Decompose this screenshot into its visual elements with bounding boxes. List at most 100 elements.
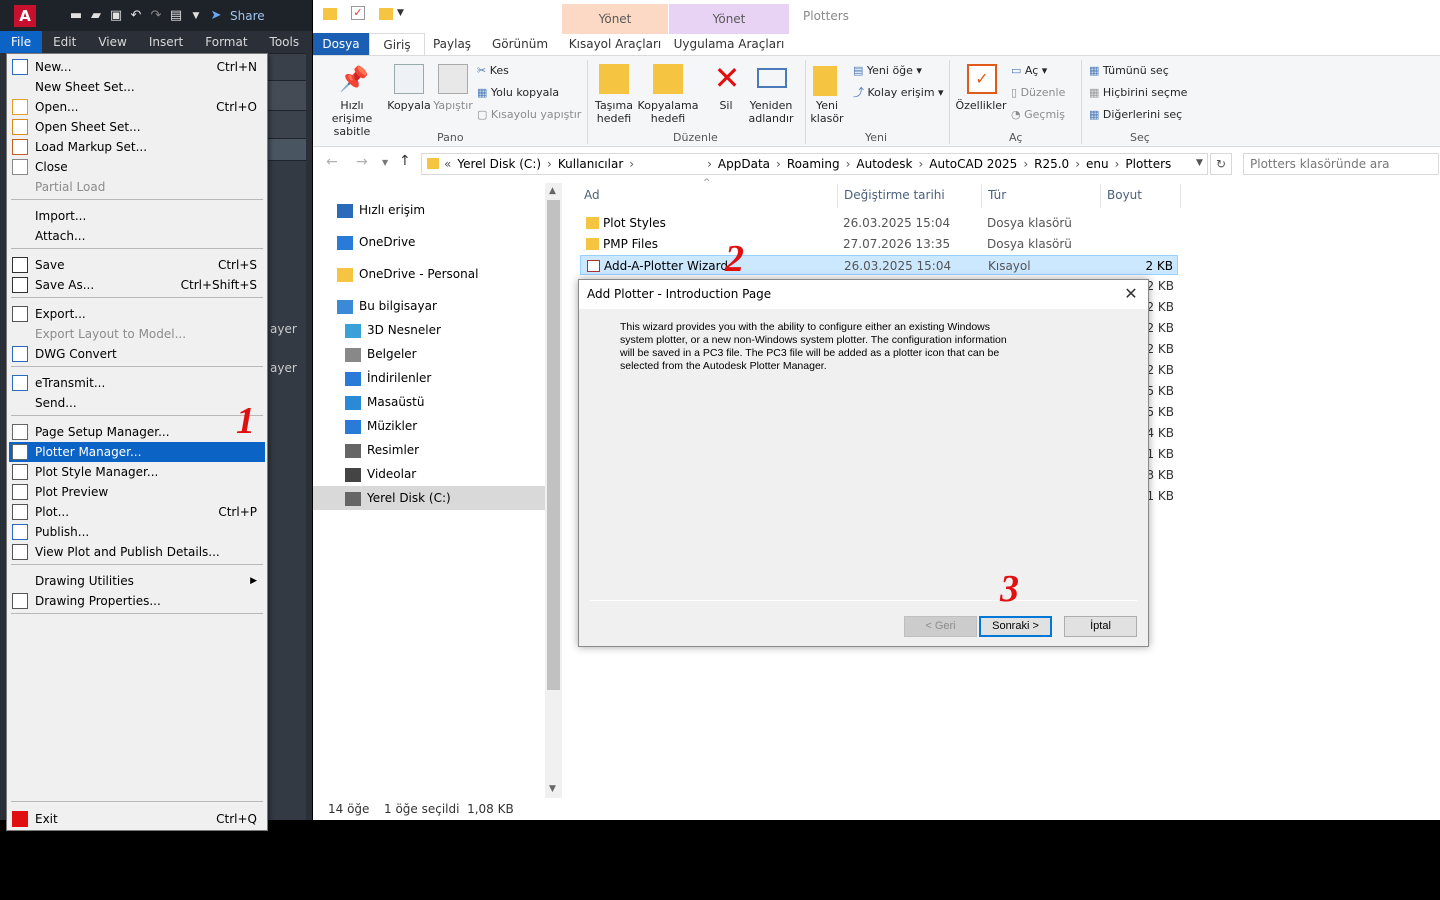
share-button[interactable]: Share (230, 9, 265, 23)
new-folder-icon[interactable] (379, 8, 393, 20)
column-divider[interactable] (837, 184, 838, 208)
nav-item[interactable]: İndirilenler (345, 368, 431, 388)
breadcrumb-item[interactable] (640, 157, 701, 171)
file-menu-item[interactable]: Drawing Properties... (9, 591, 265, 611)
file-menu-item[interactable]: Plot... Ctrl+P (9, 502, 265, 522)
open-folder-icon[interactable]: ▰ (88, 8, 104, 23)
nav-item[interactable]: Masaüstü (345, 392, 424, 412)
forward-arrow-icon[interactable]: → (356, 154, 368, 170)
cancel-button[interactable]: İptal (1064, 616, 1137, 637)
open-button[interactable]: ▭ Aç ▾ (1011, 64, 1047, 78)
menu-insert[interactable]: Insert (138, 31, 194, 53)
nav-item[interactable]: Hızlı erişim (337, 200, 425, 220)
file-menu-item[interactable]: Drawing Utilities ▶ (9, 571, 265, 591)
column-divider[interactable] (1100, 184, 1101, 208)
breadcrumb-item[interactable]: Roaming (787, 157, 840, 171)
breadcrumb-chevron[interactable]: › (918, 157, 923, 171)
file-row[interactable]: Add-A-Plotter Wizard 26.03.2025 15:04 Kısa… (580, 255, 1178, 275)
select-none-button[interactable]: ▦ Hiçbirini seçme (1089, 86, 1187, 100)
breadcrumb-item[interactable]: AutoCAD 2025 (929, 157, 1017, 171)
easy-access-button[interactable]: ⤴ Kolay erişim ▾ (853, 86, 944, 100)
file-row[interactable]: Plot Styles 26.03.2025 15:04 Dosya klasörü (580, 213, 1178, 233)
breadcrumb-item[interactable]: Autodesk (856, 157, 912, 171)
tab-dosya[interactable]: Dosya (313, 33, 369, 55)
nav-item[interactable]: OneDrive (337, 232, 415, 252)
pin-quick-access-button[interactable]: Hızlı erişime sabitle (319, 99, 385, 138)
file-menu-item[interactable]: Open... Ctrl+O (9, 97, 265, 117)
autocad-logo-icon[interactable]: A (14, 4, 36, 27)
file-menu-item[interactable]: Plotter Manager... (9, 442, 265, 462)
cut-button[interactable]: ✂ Kes (477, 64, 509, 78)
nav-item[interactable]: Resimler (345, 440, 419, 460)
tab-uygulama-araclari[interactable]: Uygulama Araçları (669, 33, 789, 55)
nav-item[interactable]: OneDrive - Personal (337, 264, 478, 284)
column-header-size[interactable]: Boyut (1107, 188, 1142, 202)
breadcrumb-item[interactable]: AppData (718, 157, 770, 171)
paste-button[interactable]: Yapıştır (431, 99, 475, 112)
file-menu-item[interactable]: Attach... (9, 226, 265, 246)
new-item-button[interactable]: ▤ Yeni öğe ▾ (853, 64, 922, 78)
file-menu-item[interactable]: Exit Ctrl+Q (9, 809, 265, 829)
breadcrumb-chevron[interactable]: › (1023, 157, 1028, 171)
chevron-down-icon[interactable]: ▼ (397, 8, 404, 18)
move-to-button[interactable]: Taşıma hedefi (591, 99, 637, 125)
file-menu-item[interactable]: Open Sheet Set... (9, 117, 265, 137)
menu-view[interactable]: View (87, 31, 137, 53)
select-all-button[interactable]: ▦ Tümünü seç (1089, 64, 1169, 78)
tab-paylas[interactable]: Paylaş (425, 33, 479, 55)
refresh-icon[interactable]: ↻ (1210, 153, 1232, 175)
file-menu-item[interactable]: Load Markup Set... (9, 137, 265, 157)
file-menu-item[interactable]: New... Ctrl+N (9, 57, 265, 77)
file-menu-item[interactable]: Publish... (9, 522, 265, 542)
delete-button[interactable]: Sil (709, 99, 743, 112)
back-arrow-icon[interactable]: ← (326, 154, 338, 170)
file-menu-item[interactable]: Send... (9, 393, 265, 413)
breadcrumb-item[interactable]: R25.0 (1034, 157, 1069, 171)
breadcrumb-chevron[interactable]: › (1115, 157, 1120, 171)
file-row[interactable]: PMP Files 27.07.2026 13:35 Dosya klasörü (580, 234, 1178, 254)
copy-path-button[interactable]: ▦ Yolu kopyala (477, 86, 559, 100)
file-menu-item[interactable]: View Plot and Publish Details... (9, 542, 265, 562)
history-button[interactable]: ◔ Geçmiş (1011, 108, 1065, 122)
invert-selection-button[interactable]: ▦ Diğerlerini seç (1089, 108, 1182, 122)
menu-file[interactable]: File (0, 31, 43, 53)
breadcrumb-chevron[interactable]: « (444, 157, 451, 171)
properties-button[interactable]: Özellikler (955, 99, 1007, 112)
column-header-modified[interactable]: Değiştirme tarihi (844, 188, 945, 202)
next-button[interactable]: Sonraki > (979, 616, 1052, 637)
nav-item[interactable]: Yerel Disk (C:) (345, 488, 451, 508)
scroll-up-icon[interactable]: ▲ (549, 186, 556, 196)
breadcrumb-chevron[interactable]: › (776, 157, 781, 171)
recent-chevron-icon[interactable]: ▼ (382, 158, 388, 167)
file-menu-item[interactable]: Save As... Ctrl+Shift+S (9, 275, 265, 295)
copy-to-button[interactable]: Kopyalama hedefi (637, 99, 699, 125)
rename-button[interactable]: Yeniden adlandır (745, 99, 797, 125)
back-button[interactable]: < Geri (904, 616, 977, 637)
breadcrumb-chevron[interactable]: › (547, 157, 552, 171)
file-menu-item[interactable]: Close (9, 157, 265, 177)
paste-shortcut-button[interactable]: ▢ Kısayolu yapıştır (477, 108, 581, 122)
search-input[interactable]: Plotters klasöründe ara (1243, 153, 1439, 175)
copy-button[interactable]: Kopyala (385, 99, 433, 112)
file-menu-item[interactable]: DWG Convert (9, 344, 265, 364)
context-tab-manage[interactable]: Yönet (562, 4, 668, 34)
nav-item[interactable]: Videolar (345, 464, 416, 484)
new-file-icon[interactable]: ▬ (68, 8, 84, 23)
file-menu-item[interactable]: Export... (9, 304, 265, 324)
column-divider[interactable] (1180, 184, 1181, 208)
breadcrumb-chevron[interactable]: › (707, 157, 712, 171)
nav-item[interactable]: Bu bilgisayar (337, 296, 437, 316)
nav-item[interactable]: Müzikler (345, 416, 417, 436)
context-tab-manage[interactable]: Yönet (669, 4, 789, 34)
file-menu-item[interactable]: New Sheet Set... (9, 77, 265, 97)
file-menu-item[interactable]: Import... (9, 206, 265, 226)
address-dropdown-icon[interactable]: ▼ (1196, 158, 1203, 168)
edit-button[interactable]: ▯ Düzenle (1011, 86, 1065, 100)
chevron-down-icon[interactable]: ▼ (188, 9, 204, 23)
breadcrumb-item[interactable]: Plotters (1125, 157, 1171, 171)
print-icon[interactable]: ▤ (168, 8, 184, 23)
file-menu-item[interactable]: Page Setup Manager... (9, 422, 265, 442)
tab-kisayol-araclari[interactable]: Kısayol Araçları (562, 33, 668, 55)
breadcrumb-item[interactable]: Kullanıcılar (558, 157, 623, 171)
undo-icon[interactable]: ↶ (128, 8, 144, 23)
